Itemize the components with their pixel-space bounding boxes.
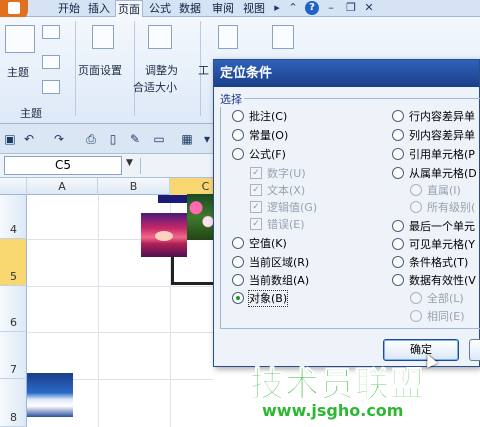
tab-review[interactable]: 审阅 <box>210 0 236 17</box>
sheet-options-label[interactable]: 工 <box>198 62 209 78</box>
radio-icon[interactable] <box>392 110 404 122</box>
connector-line[interactable] <box>171 282 216 285</box>
themes-button-label[interactable]: 主题 <box>7 64 29 80</box>
column-header-a[interactable]: A <box>27 178 98 195</box>
office-logo-icon <box>8 2 20 14</box>
radio-icon[interactable] <box>232 148 244 160</box>
theme-fonts-icon[interactable] <box>42 55 60 69</box>
themes-group-label: 主题 <box>20 107 42 120</box>
checkbox-icon[interactable]: ✓ <box>250 218 262 230</box>
tab-page-layout[interactable]: 页面 <box>115 0 143 17</box>
go-to-special-dialog: 定位条件 选择 批注(C) 常量(O) 公式(F) ✓ 数字(U) ✓ 文本(X) … <box>213 59 480 368</box>
ribbon-tab-bar: 开始 插入 页面 公式 数据 审阅 视图 ▸ ⌃ ? – ❐ ✕ <box>0 0 480 22</box>
column-header-b[interactable]: B <box>98 178 170 195</box>
radio-icon[interactable] <box>410 184 422 196</box>
page-setup-label[interactable]: 页面设置 <box>78 62 122 78</box>
undo-icon[interactable]: ↶ <box>22 132 36 146</box>
new-document-icon[interactable]: ▯ <box>106 132 120 146</box>
ribbon-overflow-icon[interactable]: ▸ <box>270 1 284 15</box>
tab-home[interactable]: 开始 <box>56 0 82 17</box>
scale-to-fit-label-2[interactable]: 合适大小 <box>133 79 177 95</box>
cancel-button[interactable] <box>469 339 480 361</box>
checkbox-icon[interactable]: ✓ <box>250 201 262 213</box>
radio-icon[interactable] <box>232 110 244 122</box>
page-setup-icon[interactable] <box>92 25 114 49</box>
gridline <box>27 332 213 333</box>
row-header-7[interactable]: 7 <box>0 332 27 379</box>
formula-bar-separator <box>140 158 141 174</box>
themes-icon[interactable] <box>5 25 35 53</box>
radio-icon[interactable] <box>410 201 422 213</box>
radio-icon[interactable] <box>392 256 404 268</box>
row-header-6[interactable]: 6 <box>0 286 27 332</box>
scale-to-fit-icon[interactable] <box>148 25 172 49</box>
name-box[interactable]: C5 <box>4 156 122 175</box>
theme-colors-icon[interactable] <box>42 25 60 39</box>
watermark-url: www.jsgho.com <box>262 401 404 420</box>
minimize-ribbon-icon[interactable]: ⌃ <box>286 1 300 15</box>
tab-view[interactable]: 视图 <box>241 0 267 17</box>
table-icon[interactable]: ▦ <box>180 132 194 146</box>
radio-icon[interactable] <box>392 238 404 250</box>
window-minimize-icon[interactable]: – <box>324 1 338 15</box>
watermark-text: 技术员联盟 <box>250 365 425 406</box>
gridline <box>98 195 99 427</box>
watermark: 技术员联盟 www.jsgho.com <box>250 357 450 427</box>
redo-icon[interactable]: ↷ <box>52 132 66 146</box>
checkbox-icon[interactable]: ✓ <box>250 184 262 196</box>
radio-icon[interactable] <box>392 274 404 286</box>
landscape-picture[interactable] <box>27 373 73 417</box>
tab-insert[interactable]: 插入 <box>86 0 112 17</box>
window-restore-icon[interactable]: ❐ <box>344 1 358 15</box>
print-preview-icon[interactable]: ⎙ <box>84 132 98 146</box>
radio-icon[interactable] <box>392 129 404 141</box>
row-header-5[interactable]: 5 <box>0 239 27 286</box>
theme-effects-icon[interactable] <box>42 80 60 94</box>
radio-icon[interactable] <box>392 220 404 232</box>
select-all-corner[interactable] <box>0 178 27 195</box>
tab-data[interactable]: 数据 <box>177 0 203 17</box>
scale-to-fit-label-1[interactable]: 调整为 <box>145 62 178 78</box>
radio-icon[interactable] <box>410 292 422 304</box>
radio-selected-icon[interactable] <box>232 292 244 304</box>
radio-icon[interactable] <box>392 148 404 160</box>
radio-icon[interactable] <box>392 167 404 179</box>
radio-icon[interactable] <box>232 274 244 286</box>
radio-icon[interactable] <box>410 310 422 322</box>
connector-line[interactable] <box>171 257 174 285</box>
row-header-4[interactable]: 4 <box>0 195 27 239</box>
dialog-title: 定位条件 <box>214 60 479 87</box>
shape-icon[interactable]: ▭ <box>152 132 166 146</box>
ribbon-separator <box>75 21 76 116</box>
radio-icon[interactable] <box>232 129 244 141</box>
ribbon-separator <box>134 21 135 116</box>
tab-formulas[interactable]: 公式 <box>147 0 173 17</box>
format-painter-icon[interactable]: ✎ <box>128 132 142 146</box>
name-box-dropdown-icon[interactable]: ▼ <box>126 158 133 168</box>
sunset-picture[interactable] <box>141 213 187 257</box>
save-icon[interactable]: ▣ <box>3 132 17 146</box>
radio-icon[interactable] <box>232 256 244 268</box>
window-close-icon[interactable]: ✕ <box>362 1 376 15</box>
selection-group-label: 选择 <box>218 91 244 107</box>
gridline <box>27 286 213 287</box>
checkbox-icon[interactable]: ✓ <box>250 167 262 179</box>
arrange-icon[interactable] <box>272 25 294 49</box>
radio-icon[interactable] <box>232 237 244 249</box>
help-icon[interactable]: ? <box>305 1 319 15</box>
row-header-8[interactable]: 8 <box>0 379 27 427</box>
sheet-options-icon[interactable] <box>218 25 238 49</box>
customize-toolbar-icon[interactable]: ▾ <box>200 132 214 146</box>
